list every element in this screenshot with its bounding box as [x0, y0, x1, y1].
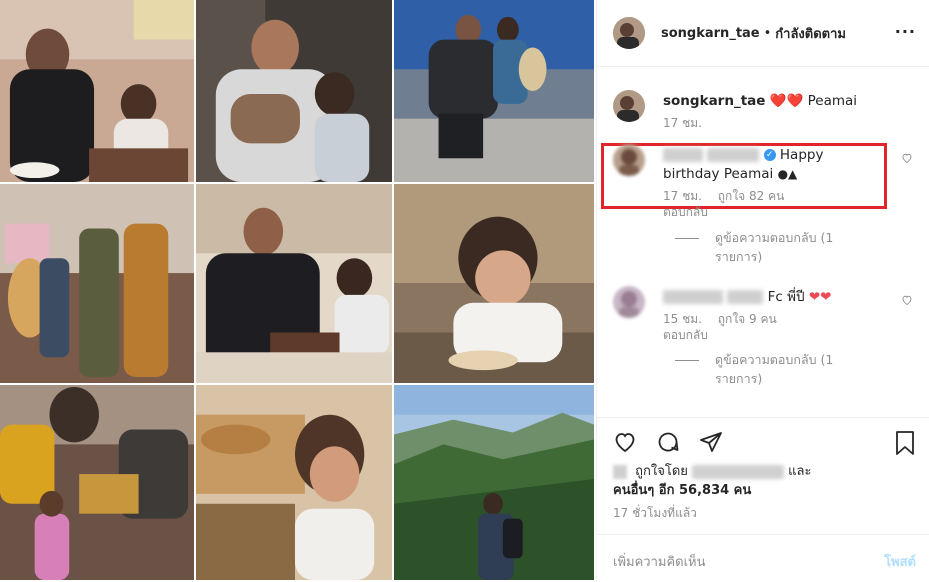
comment-text-line2: birthday Peamai	[663, 166, 774, 182]
comment-input[interactable]: เพิ่มความคิดเห็น	[613, 551, 706, 572]
comment-likes[interactable]: ถูกใจ 82 คน	[718, 189, 785, 203]
party-emoji-icon: ▲	[788, 167, 798, 181]
add-comment-bar: เพิ่มความคิดเห็น โพสต์	[597, 534, 929, 582]
heart-emoji-icon: ❤❤	[808, 289, 832, 305]
photo-mountain-hiker	[394, 385, 596, 582]
post-sidebar: songkarn_tae • กำลังติดตาม ··· songkarn_…	[596, 0, 929, 582]
comments-list[interactable]: songkarn_tae ❤️❤️ Peamai 17 ชม. ✓ Happy …	[597, 68, 929, 416]
liker-avatar[interactable]	[613, 464, 627, 479]
comment-time[interactable]: 17 ชม.	[663, 189, 702, 203]
caption-text: Peamai	[807, 93, 858, 109]
liked-by-and: และ	[788, 464, 812, 479]
following-button[interactable]: กำลังติดตาม	[775, 23, 846, 44]
cake-emoji-icon: ●	[777, 167, 789, 181]
blurred-username	[663, 290, 723, 304]
photo-ceremony-monk	[0, 184, 196, 385]
header-separator: •	[763, 25, 772, 41]
post-time-ago[interactable]: 17 ชั่วโมงที่แล้ว	[613, 504, 697, 523]
save-bookmark-icon[interactable]	[894, 430, 916, 456]
photo-temple-ceremony	[0, 385, 196, 582]
likes-count[interactable]: คนอื่นๆ อีก 56,834 คน	[613, 483, 751, 498]
photo-collage	[0, 0, 596, 582]
blurred-username	[707, 148, 760, 162]
verified-badge-icon: ✓	[763, 149, 776, 161]
view-replies-link[interactable]: ดูข้อความตอบกลับ (1 รายการ)	[675, 228, 885, 266]
commenter-avatar[interactable]	[613, 144, 645, 176]
photo-birthday-cake-table	[196, 184, 394, 385]
share-paper-plane-icon[interactable]	[699, 430, 723, 454]
post-actions: ถูกใจโดย และ คนอื่นๆ อีก 56,834 คน 17 ชั…	[597, 417, 929, 582]
comment-likes[interactable]: ถูกใจ 9 คน	[718, 312, 777, 326]
comment-text: Happy	[779, 147, 824, 163]
heart-emoji-icon: ❤️❤️	[769, 93, 804, 109]
like-heart-icon[interactable]	[613, 430, 637, 454]
author-username[interactable]: songkarn_tae	[661, 26, 760, 41]
photo-father-daughter-cake	[0, 0, 196, 184]
photo-icecream-street	[394, 0, 596, 184]
reply-button[interactable]: ตอบกลับ	[663, 328, 708, 342]
photo-girl-bakery	[196, 385, 394, 582]
comment-text: Fc พี่ปี	[767, 289, 805, 305]
view-replies-link[interactable]: ดูข้อความตอบกลับ (1 รายการ)	[675, 350, 885, 388]
caption-time[interactable]: 17 ชม.	[663, 116, 702, 130]
caption-avatar[interactable]	[613, 90, 645, 122]
liked-by-prefix: ถูกใจโดย	[635, 464, 688, 479]
like-comment-heart-icon[interactable]	[901, 294, 913, 306]
reply-button[interactable]: ตอบกลับ	[663, 205, 708, 219]
liked-by-summary[interactable]: ถูกใจโดย และ คนอื่นๆ อีก 56,834 คน	[613, 462, 913, 500]
comment-time[interactable]: 15 ชม.	[663, 312, 702, 326]
post-comment-button[interactable]: โพสต์	[884, 551, 916, 572]
more-options-icon[interactable]: ···	[895, 22, 916, 41]
author-avatar[interactable]	[613, 17, 645, 49]
photo-girl-thinking	[394, 184, 596, 385]
blurred-username	[663, 148, 703, 162]
blurred-username	[727, 290, 764, 304]
like-comment-heart-icon[interactable]	[901, 152, 913, 164]
blurred-liker-name	[692, 464, 785, 479]
post-header: songkarn_tae • กำลังติดตาม ···	[597, 0, 929, 67]
photo-father-hug-daughter	[196, 0, 394, 184]
caption-username[interactable]: songkarn_tae	[663, 93, 765, 109]
comment-bubble-icon[interactable]	[656, 430, 680, 454]
commenter-avatar[interactable]	[613, 286, 645, 318]
